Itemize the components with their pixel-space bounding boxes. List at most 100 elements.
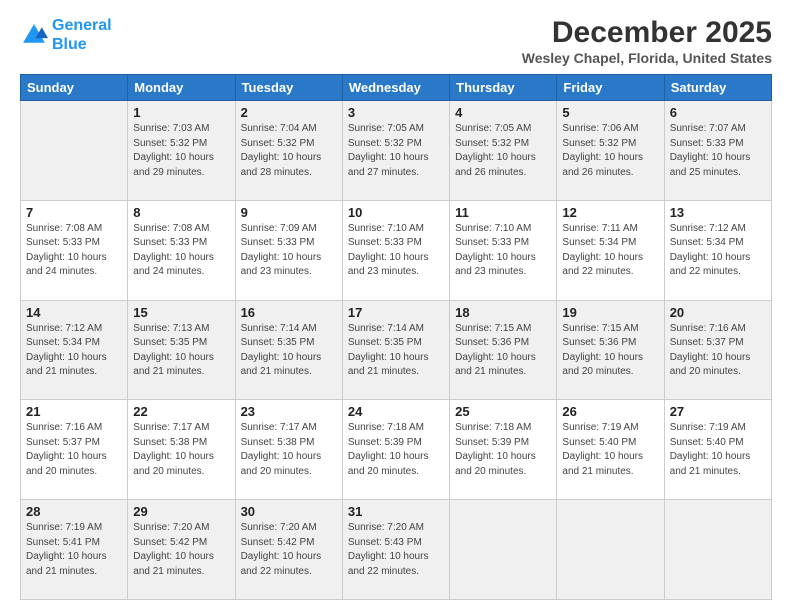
- day-number: 25: [455, 404, 551, 419]
- day-info: Sunrise: 7:16 AM Sunset: 5:37 PM Dayligh…: [670, 322, 766, 380]
- table-row: 17Sunrise: 7:14 AM Sunset: 5:35 PM Dayli…: [342, 300, 449, 400]
- table-row: 10 Sunrise: 7:10 AM Sunset: 5:33 PM Dayli…: [342, 200, 449, 300]
- calendar-week-row: 7 Sunrise: 7:08 AM Sunset: 5:33 PM Daylig…: [21, 200, 772, 300]
- day-info: Sunrise: 7:17 AM Sunset: 5:38 PM Dayligh…: [241, 421, 337, 479]
- table-row: 13 Sunrise: 7:12 AM Sunset: 5:34 PM Dayli…: [664, 200, 771, 300]
- day-number: 17: [348, 305, 444, 320]
- table-row: [21, 101, 128, 201]
- table-row: 3Sunrise: 7:05 AM Sunset: 5:32 PM Daylig…: [342, 101, 449, 201]
- day-number: 16: [241, 305, 337, 320]
- day-number: 13: [670, 205, 766, 220]
- day-number: 23: [241, 404, 337, 419]
- day-info: Sunrise: 7:19 AM Sunset: 5:40 PM Dayligh…: [670, 421, 766, 479]
- day-info: Sunrise: 7:08 AM Sunset: 5:33 PM Dayligh…: [133, 222, 229, 280]
- table-row: 14 Sunrise: 7:12 AM Sunset: 5:34 PM Dayli…: [21, 300, 128, 400]
- table-row: 2 Sunrise: 7:04 AM Sunset: 5:32 PM Daylig…: [235, 101, 342, 201]
- calendar-week-row: 28Sunrise: 7:19 AM Sunset: 5:41 PM Dayli…: [21, 500, 772, 600]
- day-number: 7: [26, 205, 122, 220]
- table-row: 5 Sunrise: 7:06 AM Sunset: 5:32 PM Daylig…: [557, 101, 664, 201]
- day-info: Sunrise: 7:17 AM Sunset: 5:38 PM Dayligh…: [133, 421, 229, 479]
- day-number: 12: [562, 205, 658, 220]
- month-title: December 2025: [522, 16, 772, 50]
- day-number: 22: [133, 404, 229, 419]
- day-info: Sunrise: 7:03 AM Sunset: 5:32 PM Dayligh…: [133, 122, 229, 180]
- day-number: 10: [348, 205, 444, 220]
- table-row: 23 Sunrise: 7:17 AM Sunset: 5:38 PM Dayli…: [235, 400, 342, 500]
- table-row: [450, 500, 557, 600]
- logo: General Blue: [20, 16, 112, 54]
- location: Wesley Chapel, Florida, United States: [522, 50, 772, 66]
- day-number: 19: [562, 305, 658, 320]
- col-friday: Friday: [557, 75, 664, 101]
- page: General Blue December 2025 Wesley Chapel…: [0, 0, 792, 612]
- table-row: 8Sunrise: 7:08 AM Sunset: 5:33 PM Daylig…: [128, 200, 235, 300]
- table-row: 4 Sunrise: 7:05 AM Sunset: 5:32 PM Daylig…: [450, 101, 557, 201]
- calendar-week-row: 14 Sunrise: 7:12 AM Sunset: 5:34 PM Dayli…: [21, 300, 772, 400]
- day-info: Sunrise: 7:04 AM Sunset: 5:32 PM Dayligh…: [241, 122, 337, 180]
- logo-icon: [20, 21, 48, 49]
- table-row: 29Sunrise: 7:20 AM Sunset: 5:42 PM Dayli…: [128, 500, 235, 600]
- day-info: Sunrise: 7:13 AM Sunset: 5:35 PM Dayligh…: [133, 322, 229, 380]
- day-number: 18: [455, 305, 551, 320]
- table-row: 19Sunrise: 7:15 AM Sunset: 5:36 PM Dayli…: [557, 300, 664, 400]
- table-row: 11 Sunrise: 7:10 AM Sunset: 5:33 PM Dayli…: [450, 200, 557, 300]
- day-number: 9: [241, 205, 337, 220]
- table-row: 12 Sunrise: 7:11 AM Sunset: 5:34 PM Dayli…: [557, 200, 664, 300]
- day-info: Sunrise: 7:19 AM Sunset: 5:40 PM Dayligh…: [562, 421, 658, 479]
- col-thursday: Thursday: [450, 75, 557, 101]
- day-number: 14: [26, 305, 122, 320]
- day-number: 15: [133, 305, 229, 320]
- table-row: 30Sunrise: 7:20 AM Sunset: 5:42 PM Dayli…: [235, 500, 342, 600]
- day-info: Sunrise: 7:06 AM Sunset: 5:32 PM Dayligh…: [562, 122, 658, 180]
- day-info: Sunrise: 7:16 AM Sunset: 5:37 PM Dayligh…: [26, 421, 122, 479]
- day-info: Sunrise: 7:15 AM Sunset: 5:36 PM Dayligh…: [455, 322, 551, 380]
- table-row: 22 Sunrise: 7:17 AM Sunset: 5:38 PM Dayli…: [128, 400, 235, 500]
- table-row: 7Sunrise: 7:08 AM Sunset: 5:33 PM Daylig…: [21, 200, 128, 300]
- day-number: 28: [26, 504, 122, 519]
- day-info: Sunrise: 7:18 AM Sunset: 5:39 PM Dayligh…: [455, 421, 551, 479]
- table-row: 1 Sunrise: 7:03 AM Sunset: 5:32 PM Daylig…: [128, 101, 235, 201]
- day-number: 1: [133, 105, 229, 120]
- col-sunday: Sunday: [21, 75, 128, 101]
- day-number: 30: [241, 504, 337, 519]
- calendar-week-row: 21 Sunrise: 7:16 AM Sunset: 5:37 PM Dayli…: [21, 400, 772, 500]
- table-row: [557, 500, 664, 600]
- day-number: 26: [562, 404, 658, 419]
- day-info: Sunrise: 7:20 AM Sunset: 5:43 PM Dayligh…: [348, 521, 444, 579]
- table-row: 27 Sunrise: 7:19 AM Sunset: 5:40 PM Dayli…: [664, 400, 771, 500]
- table-row: 25 Sunrise: 7:18 AM Sunset: 5:39 PM Dayli…: [450, 400, 557, 500]
- day-info: Sunrise: 7:12 AM Sunset: 5:34 PM Dayligh…: [26, 322, 122, 380]
- day-info: Sunrise: 7:05 AM Sunset: 5:32 PM Dayligh…: [455, 122, 551, 180]
- table-row: 16 Sunrise: 7:14 AM Sunset: 5:35 PM Dayli…: [235, 300, 342, 400]
- day-number: 5: [562, 105, 658, 120]
- col-saturday: Saturday: [664, 75, 771, 101]
- day-info: Sunrise: 7:20 AM Sunset: 5:42 PM Dayligh…: [133, 521, 229, 579]
- day-info: Sunrise: 7:14 AM Sunset: 5:35 PM Dayligh…: [241, 322, 337, 380]
- calendar-table: Sunday Monday Tuesday Wednesday Thursday…: [20, 74, 772, 600]
- table-row: 28Sunrise: 7:19 AM Sunset: 5:41 PM Dayli…: [21, 500, 128, 600]
- day-info: Sunrise: 7:12 AM Sunset: 5:34 PM Dayligh…: [670, 222, 766, 280]
- day-number: 24: [348, 404, 444, 419]
- day-number: 2: [241, 105, 337, 120]
- day-number: 31: [348, 504, 444, 519]
- table-row: 21 Sunrise: 7:16 AM Sunset: 5:37 PM Dayli…: [21, 400, 128, 500]
- day-info: Sunrise: 7:11 AM Sunset: 5:34 PM Dayligh…: [562, 222, 658, 280]
- day-number: 27: [670, 404, 766, 419]
- day-info: Sunrise: 7:10 AM Sunset: 5:33 PM Dayligh…: [348, 222, 444, 280]
- day-number: 3: [348, 105, 444, 120]
- col-wednesday: Wednesday: [342, 75, 449, 101]
- table-row: [664, 500, 771, 600]
- col-monday: Monday: [128, 75, 235, 101]
- day-number: 4: [455, 105, 551, 120]
- day-info: Sunrise: 7:10 AM Sunset: 5:33 PM Dayligh…: [455, 222, 551, 280]
- day-number: 11: [455, 205, 551, 220]
- table-row: 15 Sunrise: 7:13 AM Sunset: 5:35 PM Dayli…: [128, 300, 235, 400]
- day-number: 21: [26, 404, 122, 419]
- table-row: 26 Sunrise: 7:19 AM Sunset: 5:40 PM Dayli…: [557, 400, 664, 500]
- header: General Blue December 2025 Wesley Chapel…: [20, 16, 772, 66]
- table-row: 31 Sunrise: 7:20 AM Sunset: 5:43 PM Dayli…: [342, 500, 449, 600]
- day-number: 20: [670, 305, 766, 320]
- day-info: Sunrise: 7:07 AM Sunset: 5:33 PM Dayligh…: [670, 122, 766, 180]
- table-row: 9Sunrise: 7:09 AM Sunset: 5:33 PM Daylig…: [235, 200, 342, 300]
- table-row: 6Sunrise: 7:07 AM Sunset: 5:33 PM Daylig…: [664, 101, 771, 201]
